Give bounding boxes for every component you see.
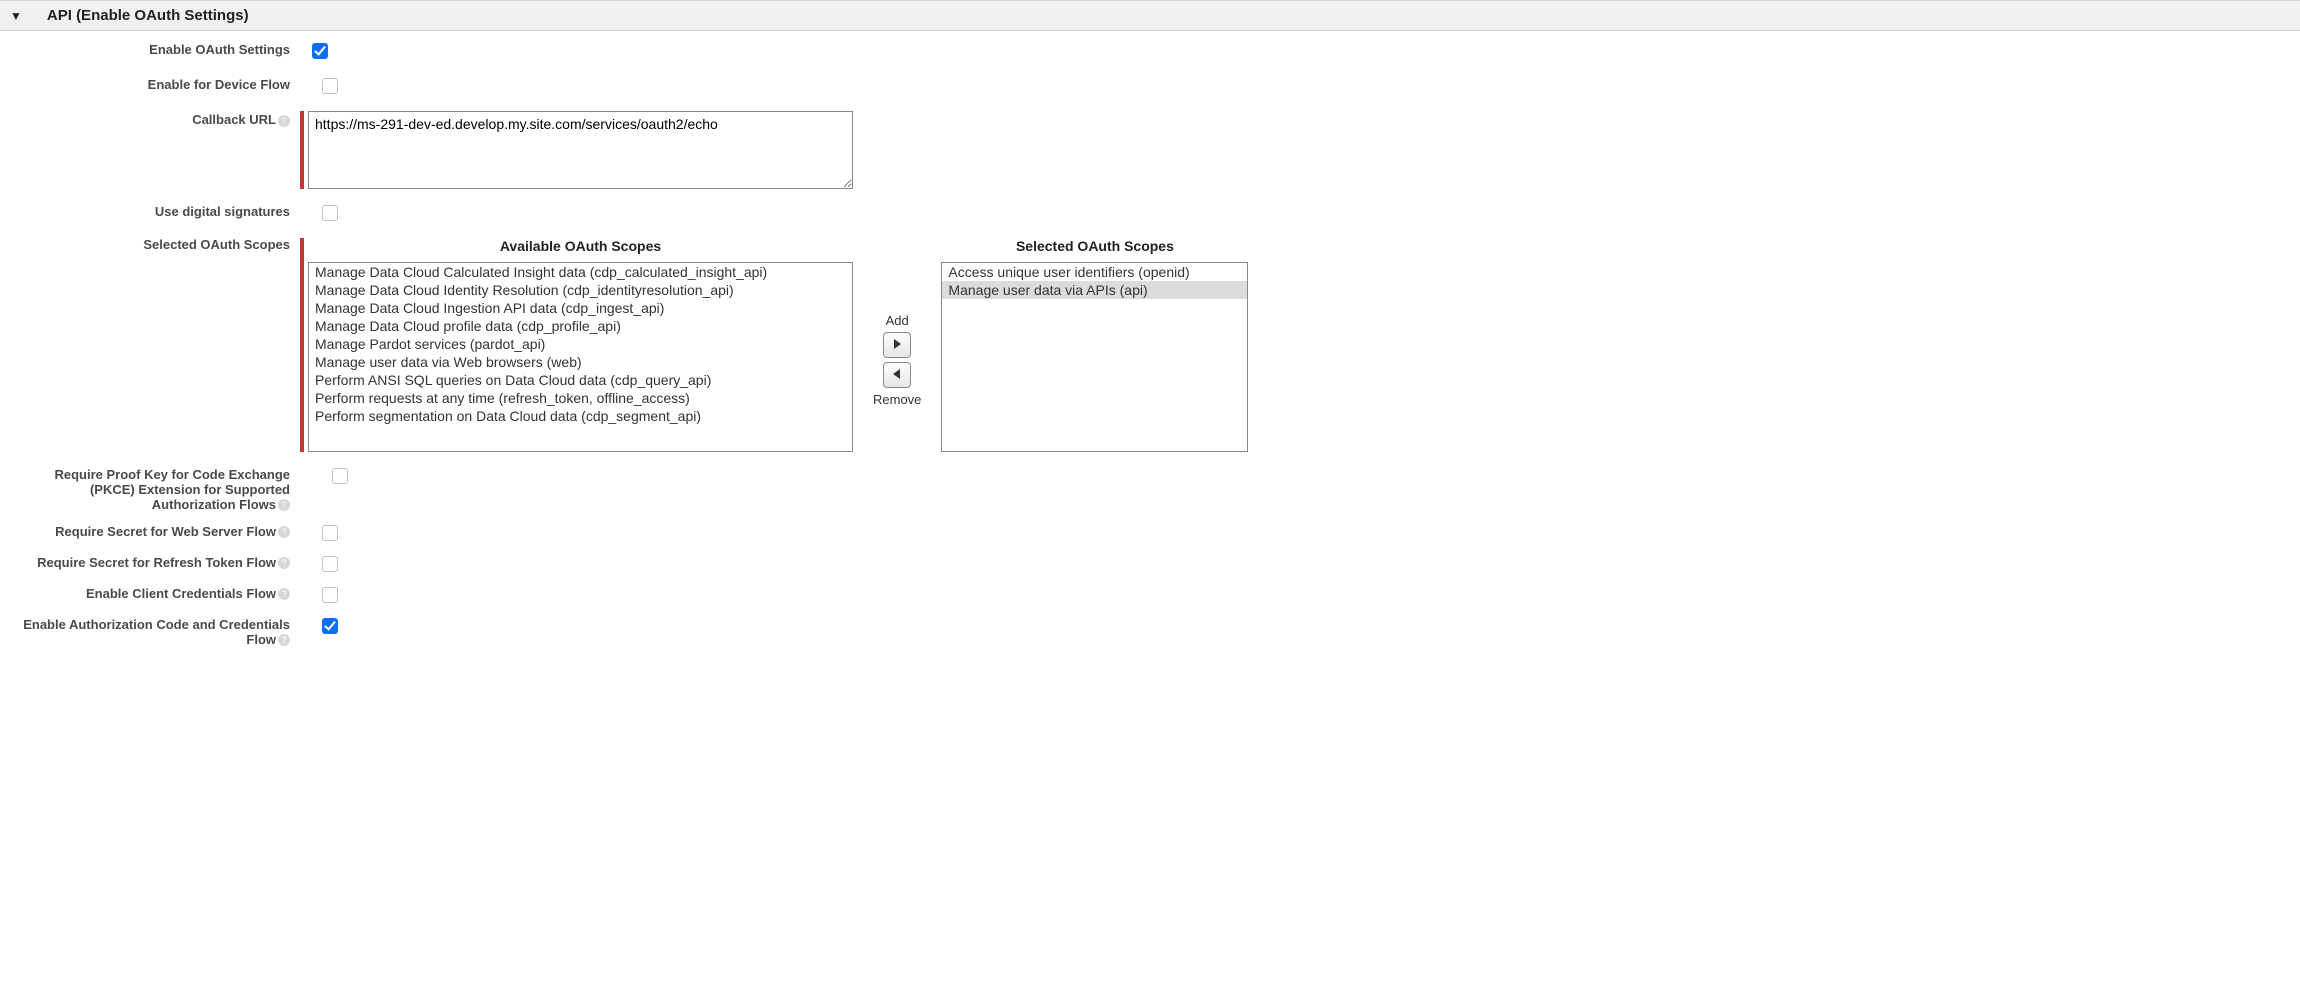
available-scopes-col: Available OAuth Scopes Manage Data Cloud… <box>308 238 853 452</box>
remove-label: Remove <box>873 392 921 407</box>
row-enable-oauth: Enable OAuth Settings <box>10 41 1525 62</box>
label-selected-oauth-scopes: Selected OAuth Scopes <box>10 238 300 253</box>
selected-scope-option[interactable]: Manage user data via APIs (api) <box>942 281 1247 299</box>
label-enable-client-creds: Enable Client Credentials Flow? <box>10 585 300 602</box>
enable-oauth-checkbox[interactable] <box>312 43 328 59</box>
section-title: API (Enable OAuth Settings) <box>47 7 249 24</box>
label-callback-url-text: Callback URL <box>192 112 276 127</box>
require-pkce-checkbox[interactable] <box>332 468 348 484</box>
row-require-pkce: Require Proof Key for Code Exchange (PKC… <box>10 466 1525 513</box>
selected-scope-option[interactable]: Access unique user identifiers (openid) <box>942 263 1247 281</box>
help-icon[interactable]: ? <box>278 588 290 600</box>
use-digital-signatures-checkbox[interactable] <box>322 205 338 221</box>
row-enable-auth-code-creds: Enable Authorization Code and Credential… <box>10 616 1525 648</box>
help-icon[interactable]: ? <box>278 634 290 646</box>
disclosure-icon[interactable]: ▼ <box>10 9 22 23</box>
label-require-secret-refresh: Require Secret for Refresh Token Flow? <box>10 554 300 571</box>
required-indicator <box>300 238 304 452</box>
label-require-secret-web: Require Secret for Web Server Flow? <box>10 523 300 540</box>
available-scope-option[interactable]: Manage Data Cloud profile data (cdp_prof… <box>309 317 852 335</box>
available-scope-option[interactable]: Perform ANSI SQL queries on Data Cloud d… <box>309 371 852 389</box>
available-scope-option[interactable]: Perform segmentation on Data Cloud data … <box>309 407 852 425</box>
label-require-secret-web-text: Require Secret for Web Server Flow <box>55 524 276 539</box>
require-secret-web-checkbox[interactable] <box>322 525 338 541</box>
section-header[interactable]: ▼ API (Enable OAuth Settings) <box>0 0 2300 31</box>
available-scopes-listbox[interactable]: Manage Data Cloud Calculated Insight dat… <box>308 262 853 452</box>
enable-auth-code-creds-checkbox[interactable] <box>322 618 338 634</box>
label-enable-oauth: Enable OAuth Settings <box>10 41 300 58</box>
help-icon[interactable]: ? <box>278 499 290 511</box>
available-scope-option[interactable]: Manage Data Cloud Calculated Insight dat… <box>309 263 852 281</box>
require-secret-refresh-checkbox[interactable] <box>322 556 338 572</box>
selected-scopes-title: Selected OAuth Scopes <box>1016 238 1174 254</box>
available-scopes-title: Available OAuth Scopes <box>500 238 661 254</box>
enable-device-flow-checkbox[interactable] <box>322 78 338 94</box>
available-scope-option[interactable]: Manage Data Cloud Ingestion API data (cd… <box>309 299 852 317</box>
label-require-pkce: Require Proof Key for Code Exchange (PKC… <box>10 466 300 513</box>
add-label: Add <box>886 313 909 328</box>
scope-mover: Add Remove <box>873 238 921 452</box>
label-enable-device-flow: Enable for Device Flow <box>10 76 300 93</box>
selected-scopes-listbox[interactable]: Access unique user identifiers (openid)M… <box>941 262 1248 452</box>
callback-url-textarea[interactable] <box>308 111 853 189</box>
oauth-scopes-duallist: Available OAuth Scopes Manage Data Cloud… <box>308 238 1248 452</box>
label-require-secret-refresh-text: Require Secret for Refresh Token Flow <box>37 555 276 570</box>
label-enable-auth-code-creds: Enable Authorization Code and Credential… <box>10 616 300 648</box>
label-callback-url: Callback URL? <box>10 111 300 128</box>
triangle-left-icon <box>892 368 902 380</box>
available-scope-option[interactable]: Perform requests at any time (refresh_to… <box>309 389 852 407</box>
triangle-right-icon <box>892 338 902 350</box>
row-require-secret-web: Require Secret for Web Server Flow? <box>10 523 1525 544</box>
help-icon[interactable]: ? <box>278 526 290 538</box>
label-use-digital-signatures: Use digital signatures <box>10 203 300 220</box>
row-require-secret-refresh: Require Secret for Refresh Token Flow? <box>10 554 1525 575</box>
add-scope-button[interactable] <box>883 332 911 358</box>
available-scope-option[interactable]: Manage Data Cloud Identity Resolution (c… <box>309 281 852 299</box>
form-body: Enable OAuth Settings Enable for Device … <box>0 31 1535 668</box>
row-use-digital-signatures: Use digital signatures <box>10 203 1525 224</box>
available-scope-option[interactable]: Manage Pardot services (pardot_api) <box>309 335 852 353</box>
row-selected-oauth-scopes: Selected OAuth Scopes Available OAuth Sc… <box>10 238 1525 452</box>
row-enable-client-creds: Enable Client Credentials Flow? <box>10 585 1525 606</box>
label-require-pkce-text: Require Proof Key for Code Exchange (PKC… <box>55 467 291 512</box>
enable-client-creds-checkbox[interactable] <box>322 587 338 603</box>
help-icon[interactable]: ? <box>278 557 290 569</box>
label-enable-auth-code-creds-text: Enable Authorization Code and Credential… <box>23 617 290 647</box>
required-indicator <box>300 111 304 189</box>
remove-scope-button[interactable] <box>883 362 911 388</box>
available-scope-option[interactable]: Manage user data via Web browsers (web) <box>309 353 852 371</box>
row-callback-url: Callback URL? <box>10 111 1525 189</box>
selected-scopes-col: Selected OAuth Scopes Access unique user… <box>941 238 1248 452</box>
help-icon[interactable]: ? <box>278 115 290 127</box>
row-enable-device-flow: Enable for Device Flow <box>10 76 1525 97</box>
label-enable-client-creds-text: Enable Client Credentials Flow <box>86 586 276 601</box>
